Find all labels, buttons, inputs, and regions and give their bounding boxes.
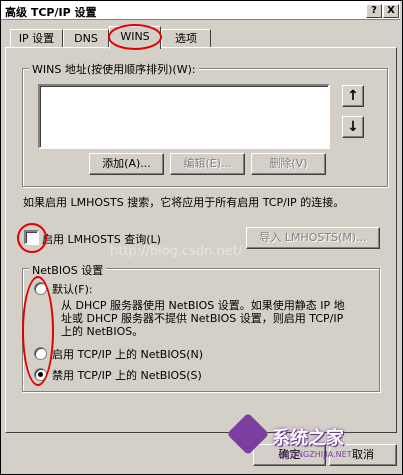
help-button[interactable]: ? [366,4,382,18]
watermark-text: http://blog.csdn.net/ [110,244,243,259]
annotation-oval-wins-tab [108,24,162,50]
wins-address-list[interactable] [38,84,330,149]
radio-enable-netbios-label: 启用 TCP/IP 上的 NetBIOS(N) [52,348,204,361]
brand-text: 系统之家 [272,428,344,449]
wins-group-label: WINS 地址(按使用顺序排列)(W): [29,61,199,77]
move-up-button[interactable]: ↑ [342,85,364,107]
arrow-down-icon: ↓ [347,119,359,135]
netbios-group-label: NetBIOS 设置 [29,262,107,278]
arrow-up-icon: ↑ [347,88,359,104]
delete-button[interactable]: 删除(V) [251,153,326,175]
tab-dns[interactable]: DNS [63,29,109,48]
move-down-button[interactable]: ↓ [342,116,364,138]
annotation-oval-checkbox [17,223,47,253]
close-button[interactable]: X [383,4,399,18]
netbios-description-line-3: 上的 NetBIOS。 [61,325,144,338]
brand-url: XITONGZHIJIA.NET [278,450,352,459]
window-title: 高级 TCP/IP 设置 [5,6,97,19]
title-bar: 高级 TCP/IP 设置 ? X [1,1,400,20]
radio-default-label: 默认(F): [52,283,93,296]
radio-disable-netbios-label: 禁用 TCP/IP 上的 NetBIOS(S) [52,369,202,382]
add-button[interactable]: 添加(A)... [89,153,164,175]
tab-ip-settings[interactable]: IP 设置 [10,29,63,48]
annotation-oval-radios [22,276,54,386]
import-lmhosts-button[interactable]: 导入 LMHOSTS(M)... [246,227,380,249]
tab-options[interactable]: 选项 [161,29,211,48]
edit-button[interactable]: 编辑(E)... [170,153,245,175]
lmhosts-info-text: 如果启用 LMHOSTS 搜索，它将应用于所有启用 TCP/IP 的连接。 [23,196,345,209]
